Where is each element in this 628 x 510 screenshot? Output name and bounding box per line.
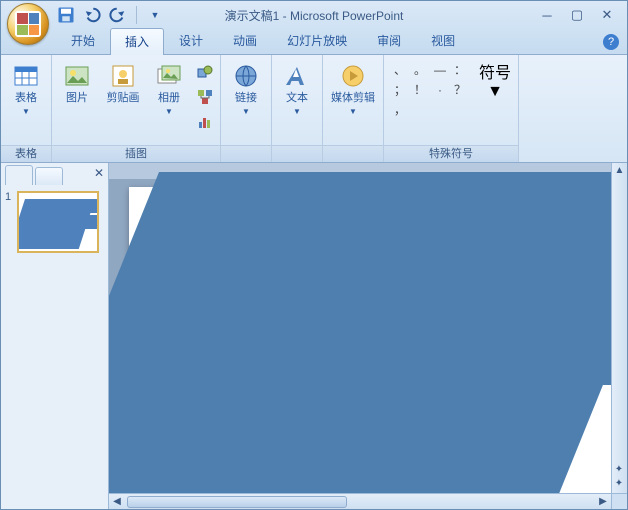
scroll-up-icon[interactable]: ▲: [612, 163, 627, 179]
media-label: 媒体剪辑: [331, 92, 375, 105]
album-button[interactable]: 相册 ▼: [148, 58, 190, 120]
undo-icon: [82, 5, 102, 25]
tab-slideshow[interactable]: 幻灯片放映: [272, 27, 362, 54]
smartart-button[interactable]: [194, 86, 216, 108]
slide-editor[interactable]: ▲ ✦ ✦ ◀ ▶: [109, 163, 627, 509]
vertical-scrollbar[interactable]: ▲: [611, 163, 627, 493]
next-slide-button[interactable]: ✦: [611, 477, 627, 491]
office-logo-icon: [15, 11, 41, 37]
dropdown-icon: ▼: [22, 107, 30, 116]
shape-grid[interactable]: [457, 207, 627, 385]
link-button[interactable]: 链接 ▼: [225, 58, 267, 120]
symbol-picker[interactable]: 、。—： ；！·？ ，: [388, 58, 472, 122]
thumbnail-item[interactable]: 1: [5, 191, 104, 253]
shapes-button[interactable]: [194, 61, 216, 83]
media-icon: [339, 62, 367, 90]
picture-label: 图片: [66, 92, 88, 105]
slide-thumbnail: [17, 191, 99, 253]
link-label: 链接: [235, 92, 257, 105]
smartart-icon: [197, 89, 213, 105]
shapes-icon: [197, 64, 213, 80]
dropdown-icon: ▼: [242, 107, 250, 116]
picture-icon: [63, 62, 91, 90]
ribbon-tabs: 开始 插入 设计 动画 幻灯片放映 审阅 视图 ?: [1, 29, 627, 55]
slide-number: 1: [5, 191, 13, 253]
group-label-media: [323, 145, 383, 162]
media-button[interactable]: 媒体剪辑 ▼: [327, 58, 379, 120]
horizontal-scrollbar[interactable]: ◀ ▶: [109, 493, 611, 509]
redo-button[interactable]: [108, 5, 128, 25]
title-bar: ▼ 演示文稿1 - Microsoft PowerPoint ─ ▢ ✕: [1, 1, 627, 29]
group-illustrations: 图片 剪贴画 相册 ▼ 插图: [52, 55, 221, 162]
ribbon: 表格 ▼ 表格 图片 剪贴画 相册 ▼: [1, 55, 627, 163]
dropdown-icon: ▼: [349, 107, 357, 116]
link-icon: [232, 62, 260, 90]
scroll-thumb[interactable]: [127, 496, 347, 508]
group-media: 媒体剪辑 ▼: [323, 55, 384, 162]
symbol-button[interactable]: 符号 ▼: [476, 58, 514, 102]
slide-nav-buttons: ✦ ✦: [611, 463, 627, 491]
table-icon: [12, 62, 40, 90]
dropdown-icon: ▼: [293, 107, 301, 116]
minimize-button[interactable]: ─: [533, 6, 561, 24]
slide-canvas[interactable]: [129, 187, 627, 509]
group-symbols: 、。—： ；！·？ ， 符号 ▼ 特殊符号: [384, 55, 519, 162]
text-icon: [283, 62, 311, 90]
window-controls: ─ ▢ ✕: [533, 6, 627, 24]
office-button[interactable]: [7, 3, 49, 45]
group-label-tables: 表格: [1, 145, 51, 162]
album-icon: [155, 62, 183, 90]
table-label: 表格: [15, 92, 37, 105]
scroll-left-icon[interactable]: ◀: [109, 496, 125, 507]
thumbnail-list: 1: [1, 185, 108, 509]
symbol-label: 符号: [479, 59, 511, 83]
tab-insert[interactable]: 插入: [110, 28, 164, 55]
panel-tabs: ✕: [1, 163, 108, 185]
tab-home[interactable]: 开始: [56, 27, 110, 54]
text-label: 文本: [286, 92, 308, 105]
close-button[interactable]: ✕: [593, 6, 621, 24]
group-label-links: [221, 145, 271, 162]
illus-small-column: [194, 58, 216, 133]
tab-review[interactable]: 审阅: [362, 27, 416, 54]
group-label-illus: 插图: [52, 145, 220, 162]
group-label-symbols: 特殊符号: [384, 145, 518, 162]
save-icon: [56, 5, 76, 25]
picture-button[interactable]: 图片: [56, 58, 98, 109]
clipart-label: 剪贴画: [107, 92, 140, 105]
group-links: 链接 ▼: [221, 55, 272, 162]
qat-separator: [136, 6, 137, 24]
dropdown-icon: ▼: [165, 107, 173, 116]
chart-icon: [197, 114, 213, 130]
scroll-right-icon[interactable]: ▶: [595, 496, 611, 507]
panel-tab-outline[interactable]: [35, 167, 63, 185]
group-label-text: [272, 145, 322, 162]
clipart-button[interactable]: 剪贴画: [102, 58, 144, 109]
tab-design[interactable]: 设计: [164, 27, 218, 54]
dropdown-icon: ▼: [487, 83, 503, 101]
maximize-button[interactable]: ▢: [563, 6, 591, 24]
tab-animation[interactable]: 动画: [218, 27, 272, 54]
redo-icon: [108, 5, 128, 25]
group-text: 文本 ▼: [272, 55, 323, 162]
workspace: ✕ 1 ▲ ✦ ✦ ◀: [1, 163, 627, 509]
undo-button[interactable]: [82, 5, 102, 25]
clipart-icon: [109, 62, 137, 90]
panel-tab-slides[interactable]: [5, 165, 33, 185]
group-tables: 表格 ▼ 表格: [1, 55, 52, 162]
save-button[interactable]: [56, 5, 76, 25]
quick-access-toolbar: ▼: [56, 1, 165, 29]
chart-button[interactable]: [194, 111, 216, 133]
qat-customize-button[interactable]: ▼: [145, 5, 165, 25]
slide-panel: ✕ 1: [1, 163, 109, 509]
scroll-corner: [611, 493, 627, 509]
tab-view[interactable]: 视图: [416, 27, 470, 54]
text-button[interactable]: 文本 ▼: [276, 58, 318, 120]
table-button[interactable]: 表格 ▼: [5, 58, 47, 120]
album-label: 相册: [158, 92, 180, 105]
panel-close-button[interactable]: ✕: [94, 166, 104, 180]
prev-slide-button[interactable]: ✦: [611, 463, 627, 477]
help-button[interactable]: ?: [603, 34, 619, 50]
